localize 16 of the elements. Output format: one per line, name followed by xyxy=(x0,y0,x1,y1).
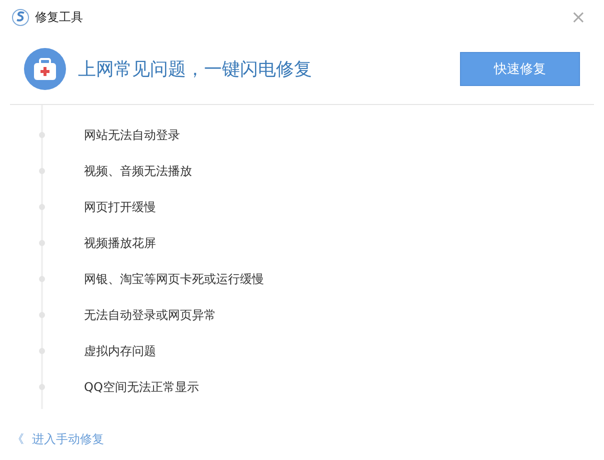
issue-label: 网银、淘宝等网页卡死或运行缓慢 xyxy=(84,270,264,288)
window-title: 修复工具 xyxy=(35,8,83,26)
logo-icon xyxy=(12,8,29,26)
issue-label: 网站无法自动登录 xyxy=(84,126,180,144)
issue-label: 无法自动登录或网页异常 xyxy=(84,306,216,324)
issue-label: 视频播放花屏 xyxy=(84,234,156,252)
issue-label: 网页打开缓慢 xyxy=(84,198,156,216)
issue-label: 虚拟内存问题 xyxy=(84,342,156,360)
manual-repair-link[interactable]: 进入手动修复 xyxy=(32,430,104,448)
quick-repair-button[interactable]: 快速修复 xyxy=(460,52,580,86)
headline: 上网常见问题，一键闪电修复 xyxy=(78,58,312,81)
close-button[interactable]: × xyxy=(566,6,590,28)
double-chevron-icon: 《 xyxy=(12,430,24,448)
issue-label: QQ空间无法正常显示 xyxy=(84,378,199,396)
first-aid-kit-icon xyxy=(24,48,66,90)
issue-label: 视频、音频无法播放 xyxy=(84,162,192,180)
